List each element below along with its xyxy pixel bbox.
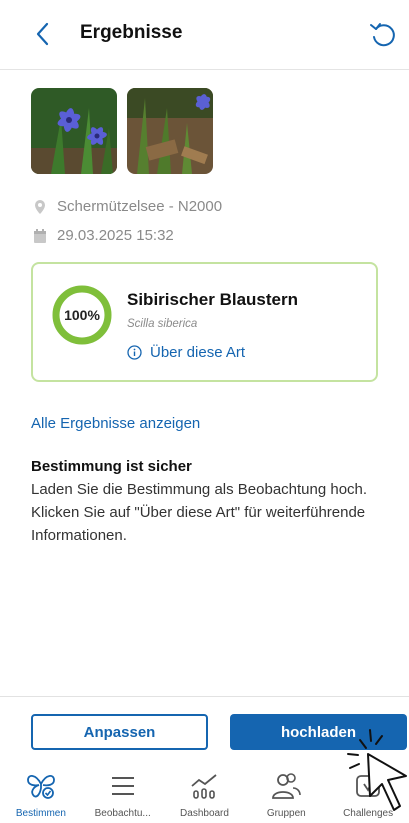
butterfly-icon bbox=[26, 775, 55, 799]
page-title: Ergebnisse bbox=[80, 22, 183, 43]
back-arrow-icon[interactable] bbox=[30, 20, 56, 48]
info-text: Laden Sie die Bestimmung als Beobachtung… bbox=[31, 481, 368, 544]
about-species-link[interactable]: Über diese Art bbox=[127, 344, 245, 361]
nav-item-bestimmen[interactable]: Bestimmen bbox=[0, 760, 82, 823]
location-pin-icon bbox=[35, 199, 45, 214]
app-header: Ergebnisse bbox=[0, 0, 409, 70]
confidence-label: 100% bbox=[64, 307, 100, 323]
observation-photo[interactable] bbox=[31, 88, 117, 174]
nav-label: Beobachtu... bbox=[94, 808, 151, 819]
nav-item-beobachtungen[interactable]: Beobachtu... bbox=[82, 760, 164, 823]
challenges-icon bbox=[356, 775, 380, 797]
dashboard-icon bbox=[191, 774, 218, 799]
all-results-link[interactable]: Alle Ergebnisse anzeigen bbox=[31, 415, 200, 432]
refresh-icon[interactable] bbox=[367, 20, 397, 50]
result-card[interactable]: 100% Sibirischer Blaustern Scilla siberi… bbox=[31, 262, 378, 382]
latin-name: Scilla siberica bbox=[127, 318, 198, 330]
about-label: Über diese Art bbox=[150, 344, 246, 361]
nav-item-dashboard[interactable]: Dashboard bbox=[164, 760, 246, 823]
divider bbox=[0, 696, 409, 697]
nav-label: Gruppen bbox=[266, 808, 306, 819]
info-icon bbox=[127, 345, 142, 360]
nav-item-gruppen[interactable]: Gruppen bbox=[245, 760, 327, 823]
nav-label: Bestimmen bbox=[15, 808, 66, 819]
info-title: Bestimmung ist sicher bbox=[31, 458, 192, 475]
datetime-text: 29.03.2025 15:32 bbox=[57, 227, 174, 244]
upload-button[interactable]: hochladen bbox=[230, 714, 407, 750]
calendar-icon bbox=[34, 228, 46, 243]
location-text: Schermützelsee - N2000 bbox=[57, 198, 223, 215]
list-icon bbox=[111, 777, 134, 795]
nav-label: Challenges bbox=[343, 808, 394, 819]
nav-label: Dashboard bbox=[180, 808, 229, 819]
observation-photo[interactable] bbox=[127, 88, 213, 174]
bottom-navigation: Bestimmen Beobachtu... Dashboard Gruppen bbox=[0, 760, 409, 823]
nav-item-challenges[interactable]: Challenges bbox=[327, 760, 409, 823]
location-row: Schermützelsee - N2000 bbox=[33, 198, 222, 215]
adjust-button[interactable]: Anpassen bbox=[31, 714, 208, 750]
photo-gallery bbox=[31, 88, 213, 174]
datetime-row: 29.03.2025 15:32 bbox=[33, 227, 174, 244]
species-name: Sibirischer Blaustern bbox=[127, 290, 299, 309]
groups-icon bbox=[272, 773, 302, 799]
